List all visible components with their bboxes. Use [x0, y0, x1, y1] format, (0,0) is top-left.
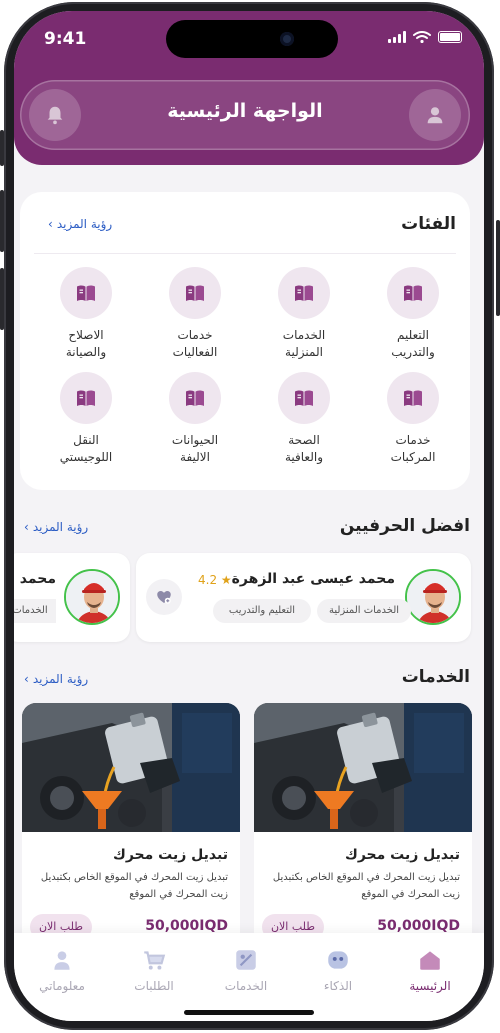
- nav-label: الذكاء: [323, 979, 353, 993]
- category-vehicles[interactable]: خدمات المركبات: [368, 372, 458, 466]
- service-name: تبديل زيت محرك: [345, 847, 460, 863]
- category-health[interactable]: الصحة والعافية: [259, 372, 349, 466]
- category-label: النقل اللوجيستي: [59, 433, 113, 464]
- category-label: الحيوانات الاليفة: [171, 433, 219, 464]
- nav-label: الخدمات: [224, 979, 268, 993]
- service-image: [254, 703, 472, 832]
- category-label: خدمات الفعاليات: [172, 328, 218, 359]
- service-name: تبديل زيت محرك: [113, 847, 228, 863]
- category-label: التعليم والتدريب: [391, 328, 435, 359]
- see-more-label: رؤية المزيد: [32, 520, 89, 534]
- book-icon: [60, 267, 112, 319]
- service-card[interactable]: تبديل زيت محرك تبديل زيت المحرك في الموق…: [254, 703, 472, 963]
- home-icon: [417, 947, 443, 973]
- status-time: 9:41: [44, 29, 87, 49]
- category-label: الاصلاح والصيانة: [65, 328, 107, 359]
- rating: 4.2 ★: [198, 573, 232, 587]
- heart-add-icon: [157, 591, 171, 604]
- artisans-title: افضل الحرفيين: [339, 516, 470, 536]
- service-price: 50,000IQD: [377, 918, 460, 934]
- artisan-name: محمد عيسى عبد الزهرة: [231, 571, 395, 587]
- nav-label: معلوماتي: [39, 979, 85, 993]
- favorite-button[interactable]: [146, 579, 182, 615]
- avatar: [405, 569, 461, 625]
- artisan-card[interactable]: محمد الخدمات: [14, 553, 130, 642]
- ai-bot-icon: [325, 947, 351, 973]
- status-icons: [388, 31, 462, 43]
- category-events[interactable]: خدمات الفعاليات: [150, 267, 240, 361]
- user-icon: [427, 107, 443, 124]
- star-icon: ★: [220, 573, 232, 587]
- book-icon: [387, 267, 439, 319]
- battery-icon: [438, 31, 462, 43]
- categories-see-more-link[interactable]: ‹ رؤية المزيد: [48, 217, 112, 231]
- status-bar: 9:41: [14, 11, 484, 67]
- service-description: تبديل زيت المحرك في الموقع الخاص بكتبديل…: [272, 872, 460, 900]
- service-card[interactable]: تبديل زيت محرك تبديل زيت المحرك في الموق…: [22, 703, 240, 963]
- bottom-nav: الرئيسية الذكاء الخدمات الطلبات معلوماتي: [14, 933, 484, 1021]
- nav-profile[interactable]: معلوماتي: [22, 947, 102, 993]
- wifi-icon: [413, 31, 431, 43]
- categories-title: الفئات: [401, 214, 456, 234]
- artisan-card[interactable]: محمد عيسى عبد الزهرة 4.2 ★ الخدمات المنز…: [136, 553, 471, 642]
- chevron-left-icon: ‹: [24, 672, 29, 686]
- category-pets[interactable]: الحيوانات الاليفة: [150, 372, 240, 466]
- home-indicator: [184, 1010, 314, 1015]
- phone-side-button: [0, 190, 4, 252]
- phone-side-button: [0, 130, 4, 166]
- artisan-name: محمد: [19, 571, 56, 587]
- phone-side-button: [496, 220, 500, 316]
- artisan-tag: الخدمات المنزلية: [317, 599, 411, 623]
- book-icon: [278, 372, 330, 424]
- see-more-label: رؤية المزيد: [32, 672, 89, 686]
- service-description: تبديل زيت المحرك في الموقع الخاص بكتبديل…: [40, 872, 228, 900]
- book-icon: [278, 267, 330, 319]
- category-label: الصحة والعافية: [284, 433, 324, 464]
- artisans-see-more-link[interactable]: ‹ رؤية المزيد: [24, 520, 88, 534]
- page-title: الواجهة الرئيسية: [167, 100, 323, 122]
- dynamic-island: [166, 20, 338, 58]
- artisan-tag: التعليم والتدريب: [213, 599, 311, 623]
- category-label: الخدمات المنزلية: [282, 328, 326, 359]
- see-more-label: رؤية المزيد: [56, 217, 113, 231]
- profile-button[interactable]: [409, 89, 461, 141]
- phone-side-button: [0, 268, 4, 330]
- nav-ai[interactable]: الذكاء: [298, 947, 378, 993]
- app-header: 9:41 الواجهة الرئيسية: [14, 11, 484, 165]
- nav-label: الرئيسية: [409, 979, 451, 993]
- cart-icon: [141, 947, 167, 973]
- services-title: الخدمات: [401, 667, 470, 687]
- category-repair[interactable]: الاصلاح والصيانة: [41, 267, 131, 361]
- nav-home[interactable]: الرئيسية: [390, 947, 470, 993]
- chevron-left-icon: ‹: [24, 520, 29, 534]
- category-label: خدمات المركبات: [390, 433, 436, 464]
- book-icon: [387, 372, 439, 424]
- service-price: 50,000IQD: [145, 918, 228, 934]
- categories-card: الفئات ‹ رؤية المزيد التعليم والتدريب الخ…: [20, 192, 470, 490]
- service-image: [22, 703, 240, 832]
- category-education[interactable]: التعليم والتدريب: [368, 267, 458, 361]
- nav-orders[interactable]: الطلبات: [114, 947, 194, 993]
- category-logistics[interactable]: النقل اللوجيستي: [41, 372, 131, 466]
- chevron-left-icon: ‹: [48, 217, 53, 231]
- category-home-services[interactable]: الخدمات المنزلية: [259, 267, 349, 361]
- artisan-tag: الخدمات: [14, 599, 56, 623]
- nav-label: الطلبات: [134, 979, 174, 993]
- profile-icon: [49, 947, 75, 973]
- services-icon: [233, 947, 259, 973]
- book-icon: [169, 267, 221, 319]
- header-bar: الواجهة الرئيسية: [20, 80, 470, 150]
- book-icon: [60, 372, 112, 424]
- camera-icon: [280, 32, 294, 46]
- divider: [34, 253, 456, 254]
- app-screen: 9:41 الواجهة الرئيسية الفئات ‹ رؤية المز…: [14, 11, 484, 1021]
- avatar: [64, 569, 120, 625]
- book-icon: [169, 372, 221, 424]
- services-see-more-link[interactable]: ‹ رؤية المزيد: [24, 672, 88, 686]
- signal-icon: [388, 31, 406, 43]
- nav-services[interactable]: الخدمات: [206, 947, 286, 993]
